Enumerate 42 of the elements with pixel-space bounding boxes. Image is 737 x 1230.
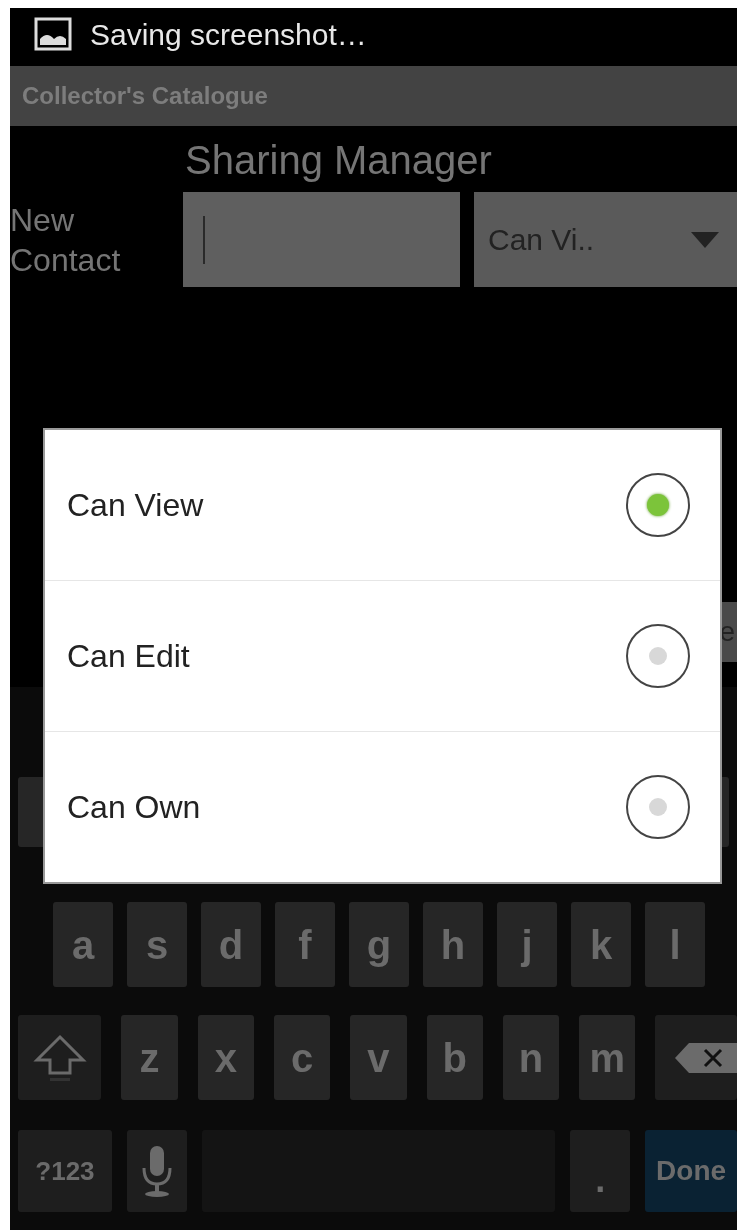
dialog-option[interactable]: Can Own [45, 731, 720, 882]
text-cursor [203, 215, 205, 264]
period-key[interactable]: . [570, 1130, 631, 1212]
mic-key[interactable] [126, 1130, 187, 1212]
page-heading: Sharing Manager [185, 137, 492, 184]
radio-button[interactable] [626, 624, 690, 688]
key[interactable]: z [121, 1015, 178, 1100]
key[interactable]: k [571, 902, 631, 987]
radio-button[interactable] [626, 473, 690, 537]
option-label: Can View [67, 486, 204, 525]
symbols-key[interactable]: ?123 [18, 1130, 112, 1212]
key[interactable]: c [274, 1015, 331, 1100]
key[interactable]: x [197, 1015, 255, 1100]
key[interactable]: g [349, 902, 409, 987]
backspace-key[interactable] [655, 1015, 737, 1100]
shift-key[interactable] [18, 1015, 102, 1100]
key[interactable]: a [53, 902, 113, 987]
key[interactable]: n [502, 1015, 560, 1100]
key[interactable]: j [497, 902, 557, 987]
dialog-option[interactable]: Can View [45, 430, 720, 580]
app-title: Collector's Catalogue [22, 81, 268, 111]
shift-icon [32, 1032, 87, 1083]
option-label: Can Edit [67, 637, 190, 676]
dropdown-caret-icon [691, 231, 719, 248]
key[interactable]: l [645, 902, 705, 987]
dialog-option[interactable]: Can Edit [45, 580, 720, 731]
key[interactable]: d [201, 902, 261, 987]
new-contact-label: New Contact [10, 201, 122, 280]
backspace-icon [675, 1040, 737, 1075]
option-label: Can Own [67, 788, 201, 827]
done-key[interactable]: Done [645, 1130, 737, 1212]
notification-text: Saving screenshot… [90, 16, 367, 53]
key[interactable]: m [579, 1015, 636, 1100]
image-icon [34, 17, 72, 51]
key[interactable]: v [350, 1015, 407, 1100]
key[interactable]: b [426, 1015, 483, 1100]
radio-button[interactable] [626, 775, 690, 839]
key[interactable]: s [127, 902, 187, 987]
permission-dropdown[interactable]: Can Vi.. [474, 192, 737, 287]
key[interactable]: h [423, 902, 483, 987]
contact-input[interactable] [183, 192, 460, 287]
key[interactable]: f [275, 902, 335, 987]
